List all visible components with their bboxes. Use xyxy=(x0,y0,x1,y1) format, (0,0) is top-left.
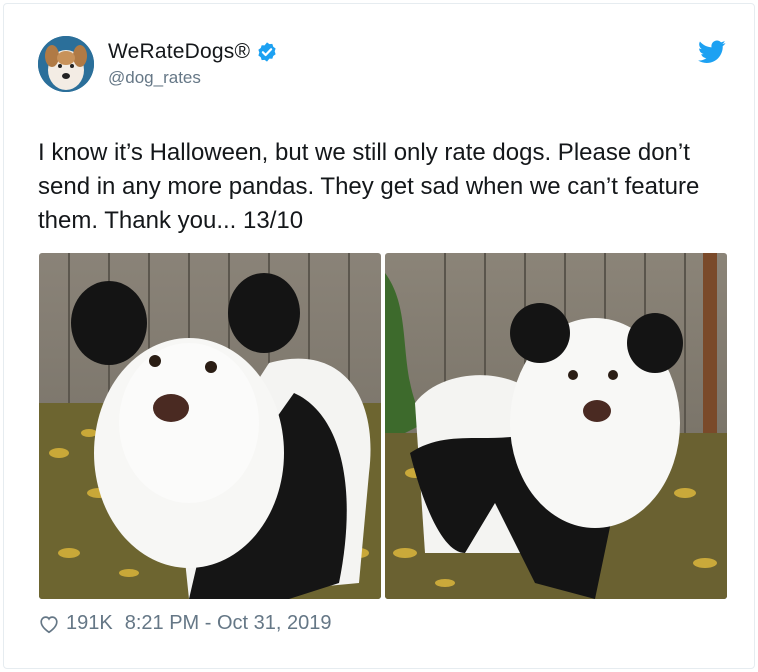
panda-costume-dog-photo-1[interactable] xyxy=(39,253,381,599)
author-display-name[interactable]: WeRateDogs® xyxy=(108,40,250,64)
like-count[interactable]: 191K xyxy=(66,612,113,635)
tweet-footer: 191K 8:21 PM - Oct 31, 2019 xyxy=(38,612,332,635)
author-name-row: WeRateDogs® xyxy=(108,40,278,64)
tweet-text: I know it’s Halloween, but we still only… xyxy=(38,139,700,234)
panda-costume-dog-photo-2[interactable] xyxy=(385,253,727,599)
verified-badge-icon xyxy=(258,42,276,62)
tweet-card: WeRateDogs® @dog_rates I know it’s Hallo… xyxy=(3,3,755,669)
author-handle[interactable]: @dog_rates xyxy=(108,68,201,88)
tweet-timestamp[interactable]: 8:21 PM - Oct 31, 2019 xyxy=(125,612,332,635)
dog-avatar[interactable] xyxy=(38,36,94,92)
heart-icon[interactable] xyxy=(38,613,60,635)
twitter-bird-icon[interactable] xyxy=(698,40,726,64)
